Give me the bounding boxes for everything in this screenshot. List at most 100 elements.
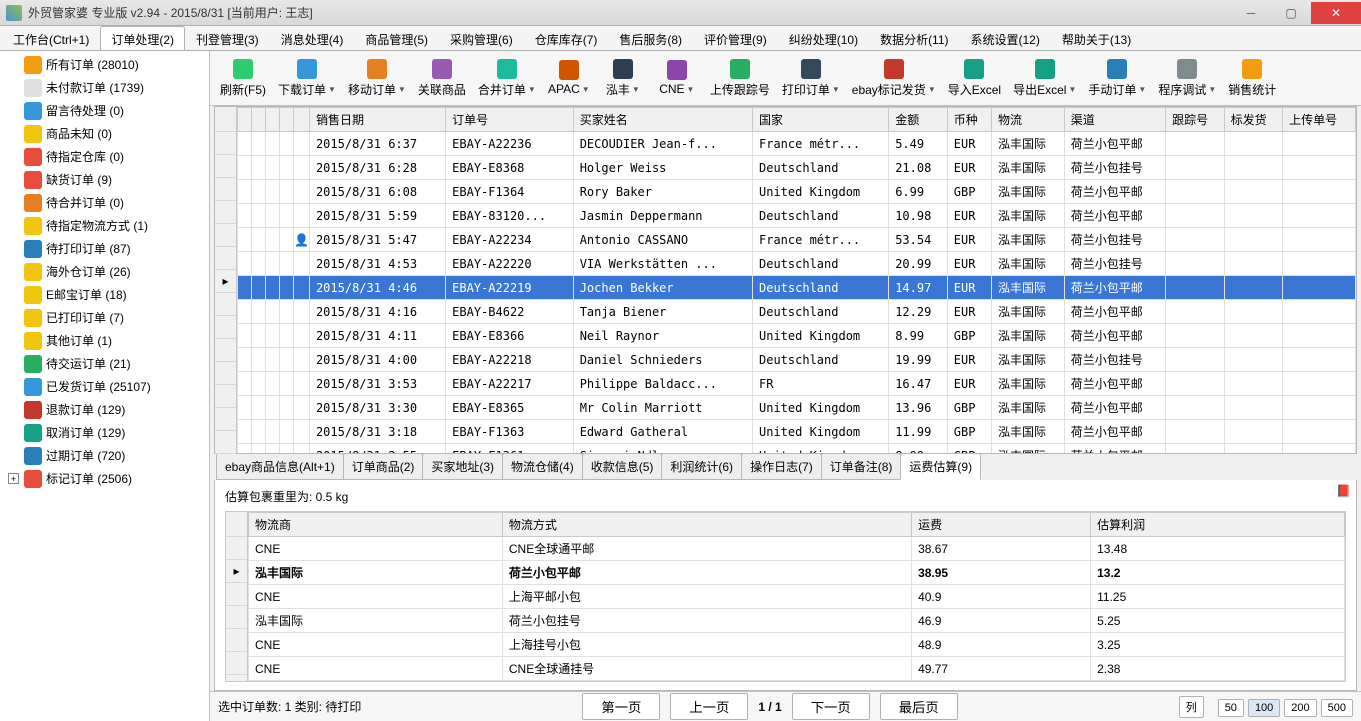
- main-tab[interactable]: 帮助关于(13): [1051, 26, 1142, 50]
- sidebar-item[interactable]: 其他订单 (1): [0, 329, 209, 352]
- toolbar-button[interactable]: 导入Excel: [942, 57, 1007, 100]
- detail-tab[interactable]: 订单商品(2): [343, 453, 424, 480]
- table-row[interactable]: 2015/8/31 4:00EBAY-A22218Daniel Schniede…: [238, 348, 1356, 372]
- sidebar-item[interactable]: 缺货订单 (9): [0, 168, 209, 191]
- toolbar-button[interactable]: 手动订单▼: [1082, 57, 1152, 100]
- detail-tab[interactable]: 物流仓储(4): [502, 453, 583, 480]
- toolbar-button[interactable]: APAC▼: [542, 58, 596, 98]
- column-header[interactable]: 估算利润: [1091, 513, 1345, 537]
- sidebar-item[interactable]: 所有订单 (28010): [0, 53, 209, 76]
- column-header[interactable]: 渠道: [1064, 108, 1165, 132]
- main-tab[interactable]: 数据分析(11): [869, 26, 959, 50]
- column-header[interactable]: 币种: [947, 108, 991, 132]
- column-header[interactable]: 跟踪号: [1166, 108, 1224, 132]
- sidebar-item[interactable]: 待指定物流方式 (1): [0, 214, 209, 237]
- page-size-button[interactable]: 500: [1321, 699, 1353, 717]
- sidebar-item[interactable]: 取消订单 (129): [0, 421, 209, 444]
- detail-tab[interactable]: ebay商品信息(Alt+1): [216, 453, 344, 480]
- main-tab[interactable]: 评价管理(9): [693, 26, 778, 50]
- toolbar-button[interactable]: 合并订单▼: [472, 57, 542, 100]
- detail-tab[interactable]: 买家地址(3): [422, 453, 503, 480]
- toolbar-button[interactable]: 泓丰▼: [596, 57, 650, 100]
- table-row[interactable]: 2015/8/31 6:37EBAY-A22236DECOUDIER Jean-…: [238, 132, 1356, 156]
- table-row[interactable]: 2015/8/31 3:53EBAY-A22217Philippe Baldac…: [238, 372, 1356, 396]
- maximize-button[interactable]: ▢: [1271, 2, 1311, 24]
- sidebar-item[interactable]: 海外仓订单 (26): [0, 260, 209, 283]
- table-row[interactable]: 2015/8/31 4:16EBAY-B4622Tanja BienerDeut…: [238, 300, 1356, 324]
- page-size-button[interactable]: 100: [1248, 699, 1280, 717]
- table-row[interactable]: CNECNE全球通挂号49.772.38: [249, 657, 1345, 681]
- column-header[interactable]: 标发货: [1224, 108, 1282, 132]
- page-size-button[interactable]: 200: [1284, 699, 1316, 717]
- main-tab[interactable]: 订单处理(2): [100, 26, 185, 50]
- detail-tab[interactable]: 操作日志(7): [741, 453, 822, 480]
- book-icon[interactable]: 📕: [1336, 484, 1352, 500]
- main-tab[interactable]: 消息处理(4): [270, 26, 355, 50]
- expand-icon[interactable]: +: [8, 473, 19, 484]
- table-row[interactable]: 泓丰国际荷兰小包挂号46.95.25: [249, 609, 1345, 633]
- table-row[interactable]: 泓丰国际荷兰小包平邮38.9513.2: [249, 561, 1345, 585]
- detail-tab[interactable]: 订单备注(8): [821, 453, 902, 480]
- sidebar-item[interactable]: +标记订单 (2506): [0, 467, 209, 490]
- prev-page-button[interactable]: 上一页: [670, 693, 748, 720]
- column-header[interactable]: 金额: [889, 108, 948, 132]
- table-row[interactable]: 2015/8/31 4:53EBAY-A22220VIA Werkstätten…: [238, 252, 1356, 276]
- toolbar-button[interactable]: 销售统计: [1222, 57, 1282, 100]
- main-tab[interactable]: 采购管理(6): [439, 26, 524, 50]
- sidebar-item[interactable]: 未付款订单 (1739): [0, 76, 209, 99]
- table-row[interactable]: 2015/8/31 2:55EBAY-F1361Singani NdlovuUn…: [238, 444, 1356, 454]
- table-row[interactable]: 2015/8/31 4:46EBAY-A22219Jochen BekkerDe…: [238, 276, 1356, 300]
- main-tab[interactable]: 工作台(Ctrl+1): [2, 26, 100, 50]
- table-row[interactable]: CNE上海挂号小包48.93.25: [249, 633, 1345, 657]
- main-tab[interactable]: 售后服务(8): [608, 26, 693, 50]
- table-row[interactable]: 👤2015/8/31 5:47EBAY-A22234Antonio CASSAN…: [238, 228, 1356, 252]
- table-row[interactable]: CNE上海平邮小包40.911.25: [249, 585, 1345, 609]
- last-page-button[interactable]: 最后页: [880, 693, 958, 720]
- main-tab[interactable]: 系统设置(12): [960, 26, 1051, 50]
- toolbar-button[interactable]: 移动订单▼: [342, 57, 412, 100]
- sidebar-item[interactable]: 商品未知 (0): [0, 122, 209, 145]
- main-tab[interactable]: 仓库库存(7): [524, 26, 609, 50]
- main-tab[interactable]: 刊登管理(3): [185, 26, 270, 50]
- table-row[interactable]: CNECNE全球通平邮38.6713.48: [249, 537, 1345, 561]
- shipping-table[interactable]: 物流商物流方式运费估算利润CNECNE全球通平邮38.6713.48泓丰国际荷兰…: [248, 512, 1345, 681]
- toolbar-button[interactable]: 刷新(F5): [214, 57, 272, 100]
- sidebar-item[interactable]: 待合并订单 (0): [0, 191, 209, 214]
- column-header[interactable]: 销售日期: [309, 108, 445, 132]
- orders-table[interactable]: 销售日期订单号买家姓名国家金额币种物流渠道跟踪号标发货上传单号2015/8/31…: [237, 107, 1356, 453]
- next-page-button[interactable]: 下一页: [792, 693, 870, 720]
- column-header[interactable]: 订单号: [446, 108, 574, 132]
- column-header[interactable]: 物流: [991, 108, 1064, 132]
- toolbar-button[interactable]: 上传跟踪号: [704, 57, 776, 100]
- sidebar-item[interactable]: 待指定仓库 (0): [0, 145, 209, 168]
- detail-tab[interactable]: 利润统计(6): [661, 453, 742, 480]
- sidebar-item[interactable]: 待交运订单 (21): [0, 352, 209, 375]
- table-row[interactable]: 2015/8/31 4:11EBAY-E8366Neil RaynorUnite…: [238, 324, 1356, 348]
- table-row[interactable]: 2015/8/31 3:18EBAY-F1363Edward GatheralU…: [238, 420, 1356, 444]
- table-row[interactable]: 2015/8/31 3:30EBAY-E8365Mr Colin Marriot…: [238, 396, 1356, 420]
- toolbar-button[interactable]: 程序调试▼: [1152, 57, 1222, 100]
- detail-tab[interactable]: 收款信息(5): [582, 453, 663, 480]
- close-button[interactable]: ✕: [1311, 2, 1361, 24]
- minimize-button[interactable]: ─: [1231, 2, 1271, 24]
- sidebar-item[interactable]: 过期订单 (720): [0, 444, 209, 467]
- sidebar-item[interactable]: 待打印订单 (87): [0, 237, 209, 260]
- sidebar-item[interactable]: 留言待处理 (0): [0, 99, 209, 122]
- column-header[interactable]: 物流方式: [502, 513, 911, 537]
- sidebar-item[interactable]: 已打印订单 (7): [0, 306, 209, 329]
- toolbar-button[interactable]: 导出Excel▼: [1007, 57, 1082, 100]
- column-header[interactable]: 国家: [753, 108, 889, 132]
- toolbar-button[interactable]: 下载订单▼: [272, 57, 342, 100]
- first-page-button[interactable]: 第一页: [582, 693, 660, 720]
- toolbar-button[interactable]: 打印订单▼: [776, 57, 846, 100]
- table-row[interactable]: 2015/8/31 5:59EBAY-83120...Jasmin Depper…: [238, 204, 1356, 228]
- sidebar-item[interactable]: 退款订单 (129): [0, 398, 209, 421]
- main-tab[interactable]: 纠纷处理(10): [778, 26, 869, 50]
- toolbar-button[interactable]: 关联商品: [412, 57, 472, 100]
- detail-tab[interactable]: 运费估算(9): [900, 453, 981, 480]
- column-header[interactable]: 运费: [912, 513, 1091, 537]
- main-tab[interactable]: 商品管理(5): [354, 26, 439, 50]
- sidebar-item[interactable]: 已发货订单 (25107): [0, 375, 209, 398]
- toolbar-button[interactable]: ebay标记发货▼: [846, 57, 942, 100]
- toolbar-button[interactable]: CNE▼: [650, 58, 704, 98]
